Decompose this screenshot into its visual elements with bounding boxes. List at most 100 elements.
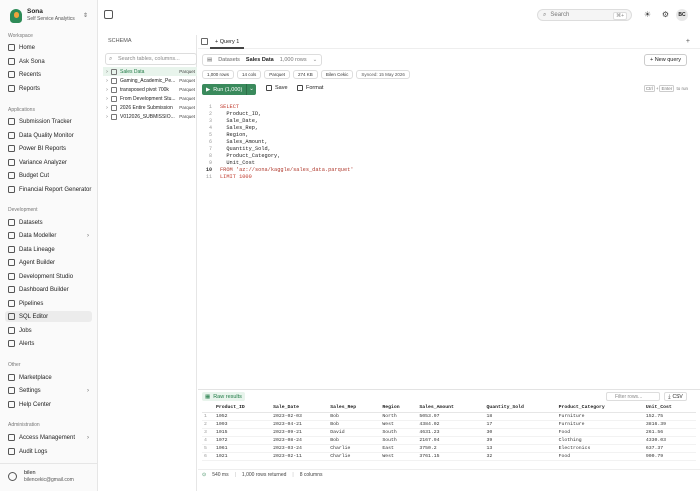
line-number: 7 bbox=[208, 146, 212, 152]
sidebar-item-jobs[interactable]: Jobs bbox=[5, 325, 92, 336]
document-icon bbox=[8, 186, 15, 193]
schema-table-item[interactable]: › From Development Stu... Parquet bbox=[103, 94, 197, 103]
tab-raw-results[interactable]: ▦ Raw results bbox=[202, 392, 245, 401]
column-header[interactable]: Sales_Rep bbox=[328, 404, 381, 413]
chevron-down-icon: ⌄ bbox=[312, 57, 318, 63]
sidebar-item-variance-analyzer[interactable]: Variance Analyzer bbox=[5, 157, 92, 168]
sidebar-item-help-center[interactable]: Help Center bbox=[5, 399, 92, 410]
add-tab-button[interactable]: + bbox=[686, 38, 690, 45]
schema-table-item[interactable]: › V012026_SUBMISSIO... Parquet bbox=[103, 112, 197, 121]
table-row[interactable]: 4 1072 2023-08-24 Bob South 2167.94 39 Clothing… bbox=[202, 436, 696, 445]
line-number: 8 bbox=[208, 153, 212, 159]
brand-name: Sona bbox=[27, 8, 43, 15]
sidebar-item-recents[interactable]: Recents bbox=[5, 69, 92, 80]
csv-export-button[interactable]: ⤓ CSV bbox=[664, 392, 687, 401]
sidebar-item-data-modeller[interactable]: Data Modeller › bbox=[5, 230, 92, 241]
sidebar-item-power-bi-reports[interactable]: Power BI Reports bbox=[5, 143, 92, 154]
sidebar-item-alerts[interactable]: Alerts bbox=[5, 338, 92, 349]
table-row[interactable]: 6 1021 2023-02-11 Charlie West 3761.15 32 Food 9… bbox=[202, 452, 696, 461]
sidebar-item-home[interactable]: Home bbox=[5, 42, 92, 53]
check-icon: ⊙ bbox=[202, 471, 207, 478]
tracker-icon bbox=[8, 118, 15, 125]
section-label-applications: Applications bbox=[8, 107, 35, 113]
section-label-development: Development bbox=[8, 207, 38, 213]
code-line: Region, bbox=[220, 132, 249, 138]
schema-search-input[interactable]: ⌕ Search tables, columns... bbox=[105, 53, 197, 65]
log-icon bbox=[8, 448, 15, 455]
column-header[interactable]: Product_Category bbox=[556, 404, 644, 413]
table-row[interactable]: 2 1093 2023-04-21 Bob West 4384.02 17 Furniture… bbox=[202, 420, 696, 429]
store-icon bbox=[8, 374, 15, 381]
line-number: 3 bbox=[208, 118, 212, 124]
scissors-icon bbox=[8, 172, 15, 179]
avatar[interactable]: BC bbox=[676, 9, 688, 21]
sidebar-item-development-studio[interactable]: Development Studio bbox=[5, 271, 92, 282]
table-icon: ▦ bbox=[205, 393, 211, 400]
theme-toggle-icon[interactable]: ☀ bbox=[643, 10, 652, 19]
format-button[interactable]: Format bbox=[297, 85, 323, 91]
table-row[interactable]: 1 1052 2023-02-03 Bob North 5053.97 18 Furnitur… bbox=[202, 412, 696, 421]
code-line: Sales_Rep, bbox=[220, 125, 259, 131]
sidebar-item-agent-builder[interactable]: Agent Builder bbox=[5, 257, 92, 268]
chevron-right-icon: › bbox=[87, 232, 89, 239]
tab-query-1[interactable]: + Query 1 bbox=[210, 37, 245, 49]
column-header[interactable]: Region bbox=[380, 404, 418, 413]
code-line: Sale_Date, bbox=[220, 118, 259, 124]
chevron-right-icon: › bbox=[106, 68, 108, 75]
sidebar-item-data-lineage[interactable]: Data Lineage bbox=[5, 244, 92, 255]
save-button[interactable]: Save bbox=[266, 85, 288, 91]
format-badge: Parquet bbox=[264, 70, 291, 79]
table-row[interactable]: 3 1015 2023-09-21 David South 4631.23 30 Food 26… bbox=[202, 428, 696, 437]
pipeline-icon bbox=[8, 300, 15, 307]
code-line: FROM 'az://sona/kaggle/sales_data.parque… bbox=[220, 167, 354, 173]
user-email: bilencekic@gmail.com bbox=[24, 477, 74, 483]
sidebar-item-marketplace[interactable]: Marketplace bbox=[5, 372, 92, 383]
sidebar-item-datasets[interactable]: Datasets bbox=[5, 217, 92, 228]
analyzer-icon bbox=[8, 159, 15, 166]
column-header[interactable]: Sales_Amount bbox=[417, 404, 485, 413]
sidebar-toggle-icon[interactable] bbox=[104, 10, 113, 19]
clock-icon bbox=[8, 71, 15, 78]
download-icon: ⤓ bbox=[668, 393, 671, 400]
schema-table-item[interactable]: › 2026 Entire Submission Parquet bbox=[103, 103, 197, 112]
line-number: 9 bbox=[208, 160, 212, 166]
shortcut-badge: ⌘+ bbox=[613, 12, 627, 20]
line-number: 5 bbox=[208, 132, 212, 138]
sidebar-item-dashboard-builder[interactable]: Dashboard Builder bbox=[5, 284, 92, 295]
synced-badge: Synced: 15 May 2026 bbox=[356, 70, 410, 79]
new-query-button[interactable]: + New query bbox=[643, 54, 687, 66]
gear-icon[interactable]: ⚙ bbox=[661, 10, 670, 19]
query-time: 540 ms bbox=[212, 471, 229, 478]
schema-table-item[interactable]: › transposed pivot 700k Parquet bbox=[103, 85, 197, 94]
column-header[interactable]: Quantity_Sold bbox=[484, 404, 557, 413]
sql-code-editor[interactable]: 1 2 3 4 5 6 7 8 9 10 11 SELECT Product_I… bbox=[202, 101, 694, 391]
dataset-selector[interactable]: ▤ Datasets Sales Data 1,000 rows ⌄ bbox=[202, 54, 323, 66]
gear-icon bbox=[8, 387, 15, 394]
chevron-down-icon[interactable]: ⌄ bbox=[246, 84, 256, 95]
run-button[interactable]: ▶ Run (1,000) ⌄ bbox=[202, 84, 256, 95]
table-icon bbox=[111, 95, 117, 102]
sidebar-item-access-management[interactable]: Access Management › bbox=[5, 432, 92, 443]
sidebar-item-budget-cut[interactable]: Budget Cut bbox=[5, 170, 92, 181]
sidebar-item-ask-sona[interactable]: Ask Sona bbox=[5, 56, 92, 67]
sidebar-item-audit-logs[interactable]: Audit Logs bbox=[5, 446, 92, 457]
sidebar-item-submission-tracker[interactable]: Submission Tracker bbox=[5, 116, 92, 127]
sidebar-item-data-quality-monitor[interactable]: Data Quality Monitor bbox=[5, 130, 92, 141]
filter-rows-input[interactable]: Filter rows... bbox=[606, 392, 660, 401]
table-row[interactable]: 5 1061 2023-03-24 Charlie East 3750.2 13 Electr… bbox=[202, 444, 696, 453]
sidebar-item-reports[interactable]: Reports bbox=[5, 83, 92, 94]
schema-table-item[interactable]: › Gaming_Academic_Pe... Parquet bbox=[103, 76, 197, 85]
sidebar-item-pipelines[interactable]: Pipelines bbox=[5, 298, 92, 309]
schema-table-item[interactable]: › Sales Data Parquet bbox=[103, 67, 197, 76]
user-profile[interactable]: bilen bilencekic@gmail.com bbox=[0, 463, 98, 491]
global-search-input[interactable]: ⌕ Search ⌘+ bbox=[537, 9, 632, 21]
sidebar-item-sql-editor[interactable]: SQL Editor bbox=[5, 311, 92, 322]
panel-toggle-icon[interactable] bbox=[201, 38, 208, 45]
column-header[interactable]: Sale_Date bbox=[271, 404, 329, 413]
workspace-switcher[interactable]: Sona Self Service Analytics ⇕ bbox=[10, 8, 94, 24]
column-header[interactable]: Product_ID bbox=[214, 404, 272, 413]
column-header[interactable]: Unit_Cost bbox=[643, 404, 696, 413]
chevron-right-icon: › bbox=[87, 434, 89, 441]
sidebar-item-financial-report-generator[interactable]: Financial Report Generator bbox=[5, 184, 92, 195]
sidebar-item-settings[interactable]: Settings › bbox=[5, 385, 92, 396]
